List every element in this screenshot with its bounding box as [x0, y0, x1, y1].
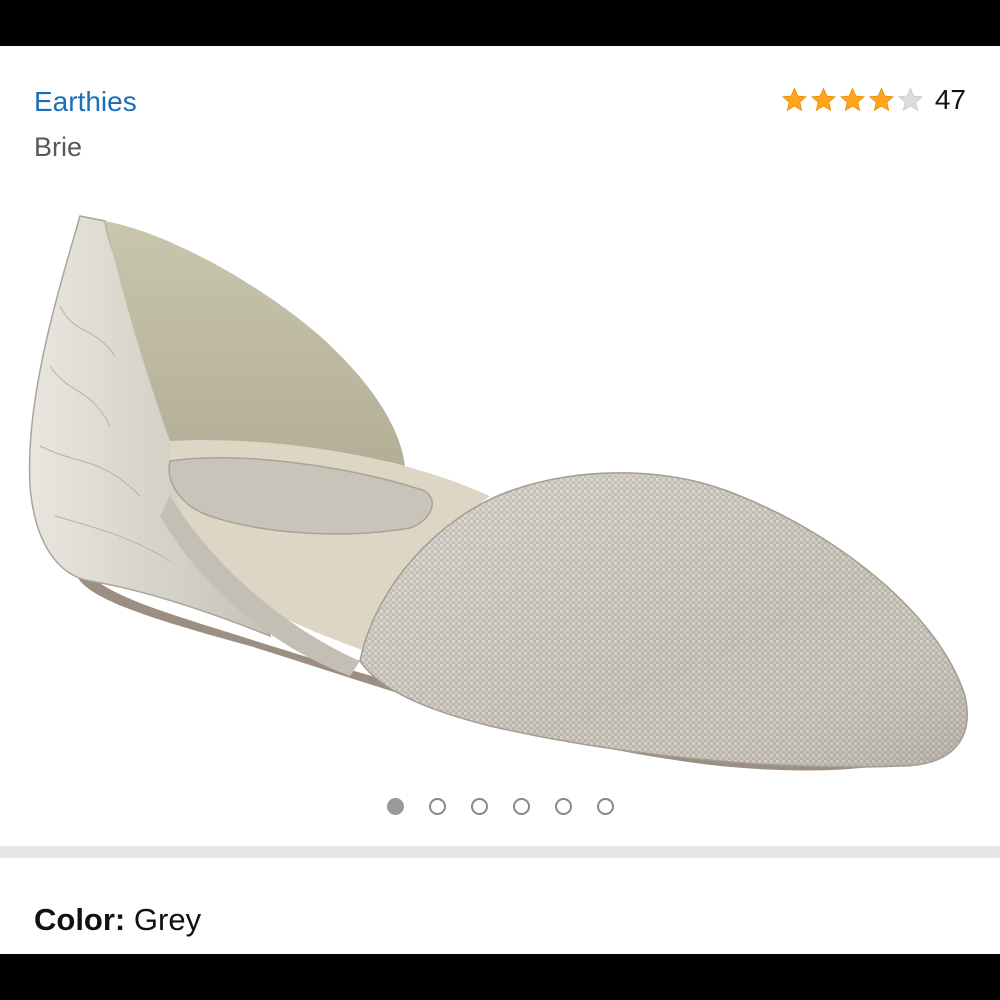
color-value: Grey [133, 902, 202, 937]
color-label: Color: [34, 902, 126, 937]
star-icon [868, 87, 894, 112]
star-icon [810, 87, 836, 112]
rating[interactable]: 47 [780, 86, 966, 114]
star-rating [780, 86, 925, 114]
carousel-dot[interactable] [470, 798, 488, 815]
color-section: Color: Grey [0, 858, 1000, 954]
star-icon [839, 87, 865, 112]
navigation-bar [0, 954, 1000, 1000]
star-icon [781, 87, 807, 112]
product-card: Earthies Brie 47 [0, 46, 1000, 846]
product-name: Brie [34, 132, 83, 162]
screen: Earthies Brie 47 Color: Grey [0, 0, 1000, 1000]
carousel-dot[interactable] [596, 798, 614, 815]
product-image[interactable] [20, 166, 980, 806]
carousel-dot[interactable] [428, 798, 446, 815]
rating-count: 47 [934, 84, 966, 115]
color-row: Color: Grey [34, 904, 201, 935]
image-carousel-dots [0, 798, 1000, 815]
brand-link[interactable]: Earthies [34, 88, 137, 116]
section-divider [0, 846, 1000, 858]
carousel-dot[interactable] [512, 798, 530, 815]
carousel-dot[interactable] [386, 798, 404, 815]
star-empty-icon [897, 87, 923, 112]
carousel-dot[interactable] [554, 798, 572, 815]
status-bar [0, 0, 1000, 46]
